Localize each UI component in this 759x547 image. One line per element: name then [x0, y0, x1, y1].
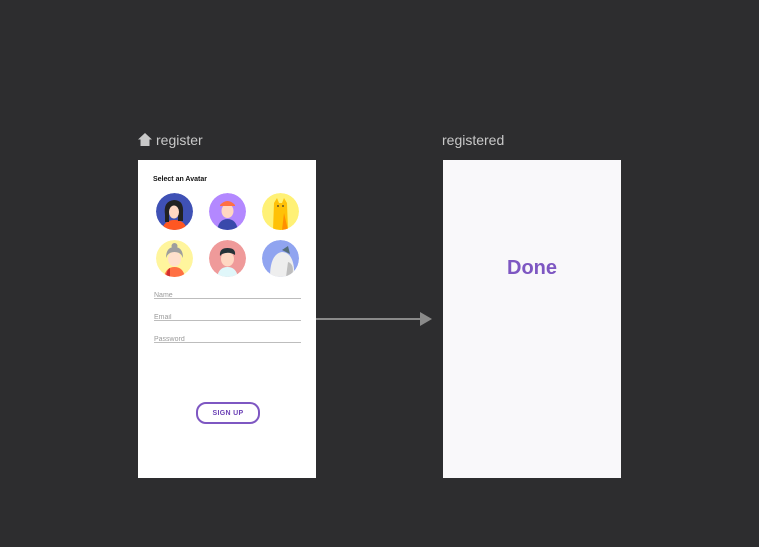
- destination-name: registered: [442, 132, 505, 148]
- name-input[interactable]: [154, 292, 301, 299]
- avatar-yellow-cat[interactable]: [262, 193, 299, 230]
- done-text: Done: [507, 257, 557, 279]
- destination-label-registered[interactable]: registered: [442, 132, 504, 148]
- registered-screen-preview[interactable]: Done: [443, 160, 621, 478]
- home-icon: [137, 132, 153, 148]
- avatar-boy-orange-cap[interactable]: [209, 193, 246, 230]
- avatar-girl-dark-hair[interactable]: [156, 193, 193, 230]
- email-input[interactable]: [154, 314, 301, 321]
- register-screen-preview[interactable]: Select an Avatar Name Email SIGN UP: [138, 160, 316, 478]
- sign-up-button[interactable]: SIGN UP: [196, 402, 260, 424]
- avatar-boy-dark-hair[interactable]: [209, 240, 246, 277]
- destination-name: register: [156, 132, 203, 148]
- email-field[interactable]: [154, 306, 301, 321]
- avatar-grandma[interactable]: [156, 240, 193, 277]
- password-input[interactable]: [154, 336, 301, 343]
- avatar-section-title: Select an Avatar: [153, 176, 207, 183]
- password-field[interactable]: [154, 328, 301, 343]
- avatar-white-dog[interactable]: [262, 240, 299, 277]
- navigation-action-arrow[interactable]: [316, 311, 434, 327]
- name-field[interactable]: [154, 284, 301, 299]
- destination-label-register[interactable]: register: [137, 132, 203, 148]
